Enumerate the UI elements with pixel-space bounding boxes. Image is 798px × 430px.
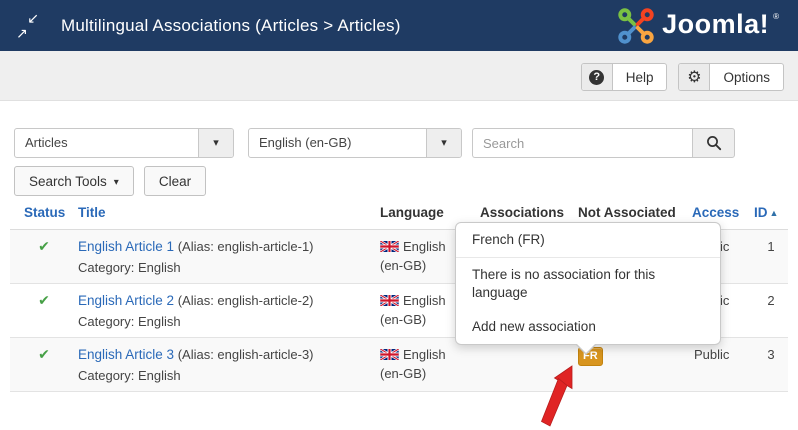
joomla-logo: Joomla! ® bbox=[617, 7, 782, 45]
uk-flag-icon bbox=[380, 349, 399, 360]
published-status-icon[interactable]: ✔ bbox=[38, 346, 50, 362]
options-button-label: Options bbox=[710, 64, 783, 90]
article-category: Category: English bbox=[78, 258, 380, 277]
sort-by-id-link[interactable]: ID▲ bbox=[754, 205, 778, 220]
article-alias: (Alias: english-article-2) bbox=[178, 293, 314, 308]
search-tools-button[interactable]: Search Tools ▾ bbox=[14, 166, 134, 196]
joomla-logo-mark bbox=[617, 7, 655, 45]
association-popup: French (FR) There is no association for … bbox=[455, 222, 721, 345]
gear-icon: ⚙ bbox=[679, 64, 710, 90]
chevron-down-icon[interactable]: ▾ bbox=[426, 129, 461, 157]
uk-flag-icon bbox=[380, 241, 399, 252]
item-type-selected-value: Articles bbox=[15, 129, 198, 157]
language-selected-value: English (en-GB) bbox=[249, 129, 426, 157]
sort-ascending-icon: ▲ bbox=[770, 208, 779, 218]
arrow-down-left-icon: ↙ bbox=[27, 10, 39, 27]
article-title-link[interactable]: English Article 1 bbox=[78, 239, 174, 254]
joomla-logo-text: Joomla! bbox=[662, 9, 769, 40]
article-alias: (Alias: english-article-1) bbox=[178, 239, 314, 254]
search-button[interactable] bbox=[692, 128, 735, 158]
red-annotation-arrow bbox=[540, 364, 582, 430]
help-button-label: Help bbox=[613, 64, 667, 90]
published-status-icon[interactable]: ✔ bbox=[38, 292, 50, 308]
collapse-icon[interactable]: ↙ ↗ bbox=[15, 14, 39, 38]
search-tools-label: Search Tools bbox=[29, 174, 107, 189]
article-id: 3 bbox=[754, 338, 788, 392]
language-select[interactable]: English (en-GB) ▾ bbox=[248, 128, 462, 158]
table-row: ✔ English Article 3 (Alias: english-arti… bbox=[10, 338, 788, 392]
filter-bar: Articles ▾ English (en-GB) ▾ bbox=[14, 128, 735, 158]
article-category: Category: English bbox=[78, 312, 380, 331]
chevron-down-icon: ▾ bbox=[114, 177, 119, 188]
options-button[interactable]: ⚙ Options bbox=[678, 63, 784, 91]
arrow-up-right-icon: ↗ bbox=[16, 25, 28, 42]
article-title-link[interactable]: English Article 2 bbox=[78, 293, 174, 308]
sort-by-status-link[interactable]: Status bbox=[24, 205, 65, 220]
article-alias: (Alias: english-article-3) bbox=[178, 347, 314, 362]
search-icon bbox=[706, 135, 722, 151]
uk-flag-icon bbox=[380, 295, 399, 306]
add-new-association-link[interactable]: Add new association bbox=[456, 310, 720, 344]
item-type-select[interactable]: Articles ▾ bbox=[14, 128, 234, 158]
help-icon: ? bbox=[582, 64, 613, 90]
toolbar: ? Help ⚙ Options bbox=[0, 51, 798, 101]
article-title-link[interactable]: English Article 3 bbox=[78, 347, 174, 362]
app-header: ↙ ↗ Multilingual Associations (Articles … bbox=[0, 0, 798, 51]
article-id: 1 bbox=[754, 230, 788, 284]
clear-button[interactable]: Clear bbox=[144, 166, 206, 196]
chevron-down-icon[interactable]: ▾ bbox=[198, 129, 233, 157]
popup-no-association-message: There is no association for this languag… bbox=[456, 258, 720, 310]
registered-mark: ® bbox=[773, 12, 779, 21]
article-id: 2 bbox=[754, 284, 788, 338]
access-level: Public bbox=[692, 338, 754, 392]
clear-button-label: Clear bbox=[159, 174, 191, 189]
article-category: Category: English bbox=[78, 366, 380, 385]
page-title: Multilingual Associations (Articles > Ar… bbox=[61, 16, 401, 36]
help-button[interactable]: ? Help bbox=[581, 63, 668, 91]
sort-by-title-link[interactable]: Title bbox=[78, 205, 106, 220]
search-input[interactable] bbox=[472, 128, 692, 158]
sort-by-access-link[interactable]: Access bbox=[692, 205, 739, 220]
published-status-icon[interactable]: ✔ bbox=[38, 238, 50, 254]
popup-language-header: French (FR) bbox=[456, 223, 720, 258]
